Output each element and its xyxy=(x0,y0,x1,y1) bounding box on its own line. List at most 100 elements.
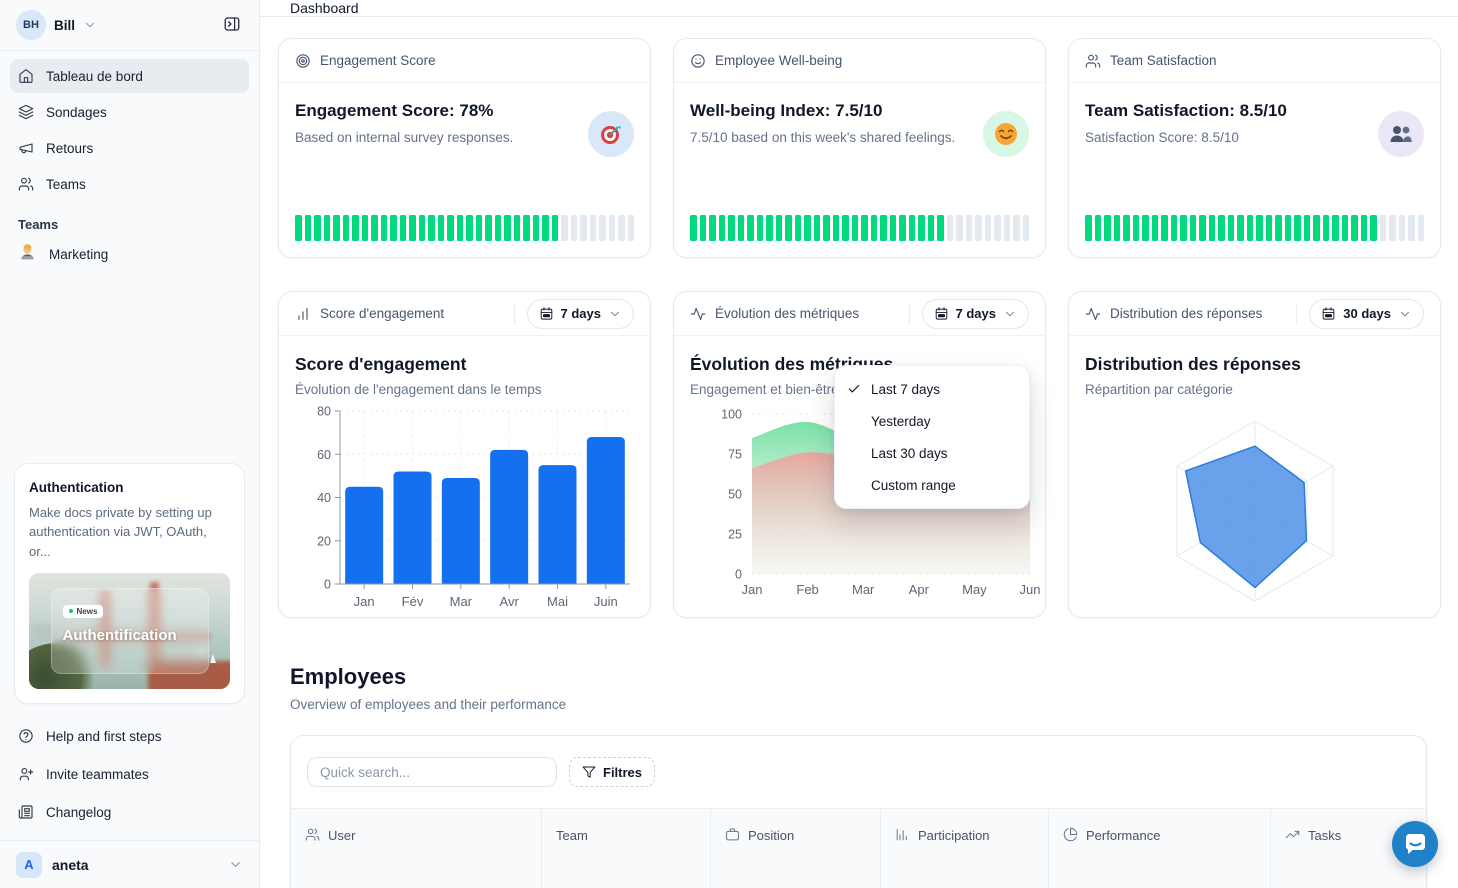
sidebar-item-invite-teammates[interactable]: Invite teammates xyxy=(10,756,249,792)
column-header-team[interactable]: Team xyxy=(542,809,711,888)
activity-icon xyxy=(1085,306,1101,322)
layers-icon xyxy=(18,104,34,120)
svg-text:Apr: Apr xyxy=(909,582,930,597)
card-header-title: Distribution des réponses xyxy=(1110,306,1262,321)
date-range-label: 7 days xyxy=(561,306,601,321)
progress-segment xyxy=(1408,215,1415,241)
metric-card-engagement-score: Engagement Score Engagement Score: 78% B… xyxy=(278,38,651,258)
sidebar: BH Bill Tableau de bordSondagesRetoursTe… xyxy=(0,0,260,888)
busts-silhouette-emoji xyxy=(1378,111,1424,157)
app-root: BH Bill Tableau de bordSondagesRetoursTe… xyxy=(0,0,1458,888)
progress-segment xyxy=(966,215,973,241)
progress-segment xyxy=(1304,215,1311,241)
chat-launcher-button[interactable] xyxy=(1392,821,1438,867)
progress-segment xyxy=(362,215,369,241)
date-range-button[interactable]: 7 days xyxy=(527,299,634,329)
progress-segment xyxy=(1161,215,1168,241)
promo-glass-card: News Authentification xyxy=(51,588,209,674)
promo-card[interactable]: Authentication Make docs private by sett… xyxy=(14,463,245,705)
sidebar-item-help-and-first-steps[interactable]: Help and first steps xyxy=(10,718,249,754)
progress-segment xyxy=(504,215,511,241)
sidebar-nav: Tableau de bord Sondages RetoursTeams xyxy=(0,51,259,203)
progress-segment xyxy=(1380,215,1387,241)
chart-body: Score d'engagement Évolution de l'engage… xyxy=(279,336,650,632)
chart-title: Distribution des réponses xyxy=(1085,354,1424,375)
collapse-sidebar-button[interactable] xyxy=(219,11,245,40)
sidebar-team-marketing[interactable]: Marketing xyxy=(10,236,249,272)
progress-segment xyxy=(1085,215,1092,241)
progress-segment xyxy=(918,215,925,241)
progress-segment xyxy=(571,215,578,241)
header-separator xyxy=(909,303,910,325)
progress-segment xyxy=(861,215,868,241)
card-header: Distribution des réponses 30 days xyxy=(1069,292,1440,336)
progress-segment xyxy=(1313,215,1320,241)
progress-segment xyxy=(533,215,540,241)
chart-subtitle: Répartition par catégorie xyxy=(1085,382,1424,397)
progress-segment xyxy=(457,215,464,241)
progress-segment xyxy=(1418,215,1425,241)
progress-segment xyxy=(947,215,954,241)
chevron-down-icon xyxy=(608,307,622,321)
progress-segment xyxy=(814,215,821,241)
progress-segment xyxy=(324,215,331,241)
dropdown-item-custom-range[interactable]: Custom range xyxy=(835,469,1029,501)
column-header-participation[interactable]: Participation xyxy=(881,809,1049,888)
progress-segment xyxy=(400,215,407,241)
progress-segment xyxy=(880,215,887,241)
users-icon xyxy=(18,176,34,192)
filters-label: Filtres xyxy=(603,765,642,780)
sidebar-spacer xyxy=(0,272,259,463)
quick-search-input[interactable] xyxy=(307,757,557,787)
progress-segment xyxy=(1370,215,1377,241)
metric-card-team-satisfaction: Team Satisfaction Team Satisfaction: 8.5… xyxy=(1068,38,1441,258)
filters-button[interactable]: Filtres xyxy=(569,757,655,787)
date-range-button[interactable]: 30 days xyxy=(1309,299,1424,329)
target-icon xyxy=(295,53,311,69)
dropdown-item-yesterday[interactable]: Yesterday xyxy=(835,405,1029,437)
metric-subtitle: 7.5/10 based on this week's shared feeli… xyxy=(690,130,983,145)
account-menu[interactable]: A aneta xyxy=(0,840,259,888)
progress-segment xyxy=(804,215,811,241)
column-header-position[interactable]: Position xyxy=(711,809,881,888)
progress-segment xyxy=(343,215,350,241)
sidebar-item-tableau-de-bord[interactable]: Tableau de bord xyxy=(10,59,249,93)
sidebar-item-retours[interactable]: Retours xyxy=(10,131,249,165)
svg-text:Jun: Jun xyxy=(1020,582,1040,597)
column-header-user[interactable]: User xyxy=(291,809,542,888)
sidebar-item-changelog[interactable]: Changelog xyxy=(10,794,249,830)
progress-segment xyxy=(1342,215,1349,241)
metric-subtitle: Based on internal survey responses. xyxy=(295,130,588,145)
workspace-switcher[interactable]: BH Bill xyxy=(16,10,97,40)
progress-segment xyxy=(1152,215,1159,241)
progress-segment xyxy=(561,215,568,241)
dropdown-item-last-30-days[interactable]: Last 30 days xyxy=(835,437,1029,469)
sidebar-item-sondages[interactable]: Sondages xyxy=(10,95,249,129)
help-circle-icon xyxy=(18,728,34,744)
promo-title: Authentication xyxy=(29,480,230,495)
card-header: Évolution des métriques 7 days xyxy=(674,292,1045,336)
sidebar-item-teams[interactable]: Teams xyxy=(10,167,249,201)
svg-text:100: 100 xyxy=(721,408,742,422)
progress-segment xyxy=(1190,215,1197,241)
progress-segment xyxy=(766,215,773,241)
progress-segment xyxy=(514,215,521,241)
svg-text:Mai: Mai xyxy=(547,594,568,609)
progress-segment xyxy=(333,215,340,241)
chart-card-score-d-engagement: Score d'engagement 7 days Score d'engage… xyxy=(278,291,651,618)
date-range-button[interactable]: 7 days xyxy=(922,299,1029,329)
progress-segment xyxy=(928,215,935,241)
svg-text:Juin: Juin xyxy=(594,594,618,609)
svg-text:Jan: Jan xyxy=(354,594,375,609)
card-header: Employee Well-being xyxy=(674,39,1045,83)
progress-segment xyxy=(438,215,445,241)
column-header-performance[interactable]: Performance xyxy=(1049,809,1271,888)
progress-segment xyxy=(485,215,492,241)
sidebar-section-teams: Teams xyxy=(0,203,259,236)
sidebar-item-label: Sondages xyxy=(46,105,107,120)
progress-segment xyxy=(1095,215,1102,241)
sidebar-item-label: Invite teammates xyxy=(46,767,149,782)
workspace-name: Bill xyxy=(54,18,75,33)
promo-description: Make docs private by setting up authenti… xyxy=(29,503,230,562)
dropdown-item-last-7-days[interactable]: Last 7 days xyxy=(835,373,1029,405)
